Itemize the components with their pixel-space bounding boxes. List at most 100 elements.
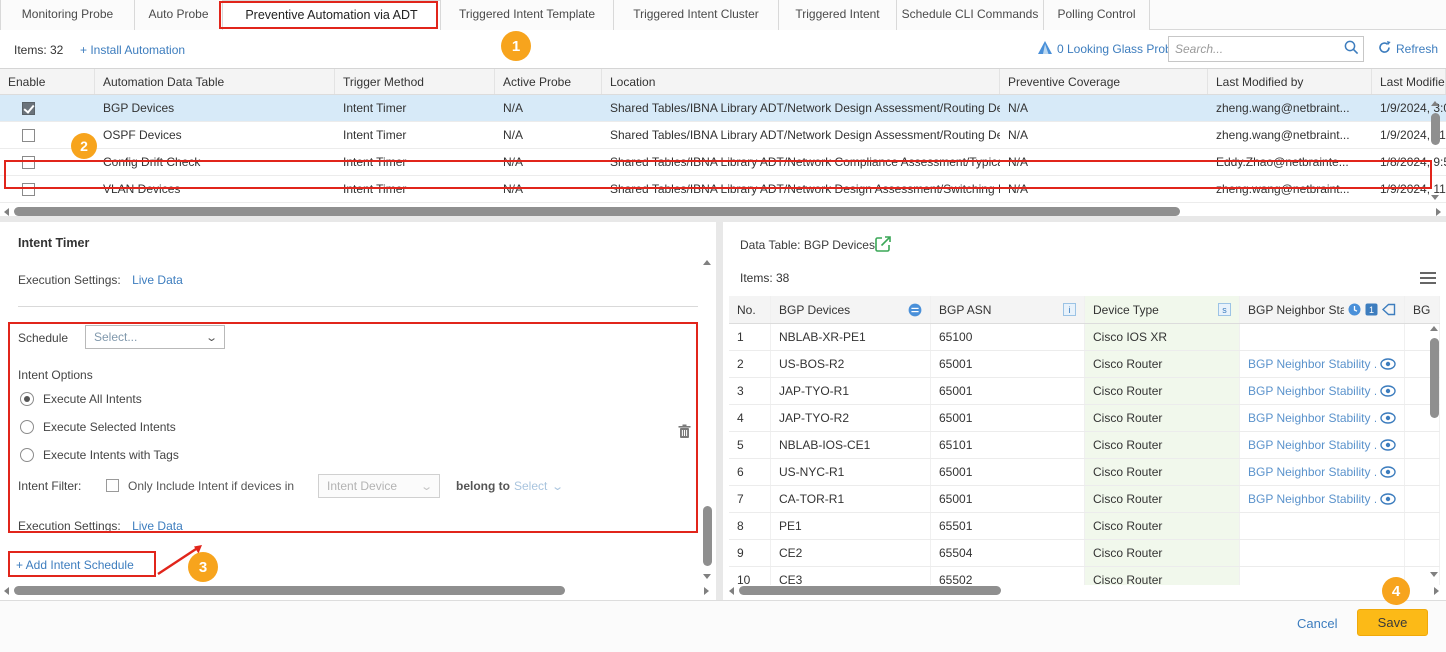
- radio-option-execute-selected-intents[interactable]: Execute Selected Intents: [20, 420, 176, 434]
- refresh-button[interactable]: Refresh: [1378, 41, 1438, 57]
- bgp-neighbor-stability-link[interactable]: BGP Neighbor Stability ...: [1248, 459, 1376, 485]
- tab-schedule-cli-commands[interactable]: Schedule CLI Commands: [897, 0, 1044, 30]
- active-probe-cell: N/A: [495, 176, 602, 202]
- intent-filter-row: Intent Filter: Only Include Intent if de…: [18, 474, 678, 500]
- bgp-neighbor-stability-link[interactable]: BGP Neighbor Stability ...: [1248, 405, 1376, 431]
- radio-button[interactable]: [20, 392, 34, 406]
- enable-checkbox[interactable]: [22, 129, 35, 142]
- radio-option-execute-all-intents[interactable]: Execute All Intents: [20, 392, 142, 406]
- column-header[interactable]: Preventive Coverage: [1000, 69, 1208, 94]
- open-data-table-icon[interactable]: [875, 235, 892, 255]
- radio-button[interactable]: [20, 420, 34, 434]
- menu-icon[interactable]: [1420, 272, 1436, 284]
- intent-options-label: Intent Options: [18, 368, 93, 382]
- table-row[interactable]: 9CE265504Cisco Router: [729, 540, 1440, 567]
- view-eye-icon[interactable]: [1380, 358, 1396, 370]
- tab-preventive-automation-via-adt[interactable]: Preventive Automation via ADT: [223, 0, 441, 31]
- column-header[interactable]: Enable: [0, 69, 95, 94]
- bgp-neighbor-cell: [1240, 567, 1405, 585]
- column-header[interactable]: Automation Data Table: [95, 69, 335, 94]
- intent-panel-hscrollbar[interactable]: [0, 585, 716, 596]
- column-header[interactable]: Device Types: [1085, 296, 1240, 323]
- no-cell: 5: [729, 432, 771, 458]
- table-row[interactable]: VLAN DevicesIntent TimerN/AShared Tables…: [0, 176, 1446, 203]
- radio-button[interactable]: [20, 448, 34, 462]
- view-eye-icon[interactable]: [1380, 439, 1396, 451]
- table-row[interactable]: 2US-BOS-R265001Cisco RouterBGP Neighbor …: [729, 351, 1440, 378]
- automation-table-vscrollbar[interactable]: [1430, 97, 1441, 205]
- column-header[interactable]: Location: [602, 69, 1000, 94]
- bgp-neighbor-cell: [1240, 540, 1405, 566]
- live-data-link-2[interactable]: Live Data: [132, 519, 183, 533]
- tab-triggered-intent-cluster[interactable]: Triggered Intent Cluster: [614, 0, 779, 30]
- table-row[interactable]: 10CE365502Cisco Router: [729, 567, 1440, 585]
- radio-option-execute-intents-with-tags[interactable]: Execute Intents with Tags: [20, 448, 179, 462]
- table-row[interactable]: 6US-NYC-R165001Cisco RouterBGP Neighbor …: [729, 459, 1440, 486]
- bgp-neighbor-cell: [1240, 513, 1405, 539]
- table-row[interactable]: OSPF DevicesIntent TimerN/AShared Tables…: [0, 122, 1446, 149]
- table-row[interactable]: 4JAP-TYO-R265001Cisco RouterBGP Neighbor…: [729, 405, 1440, 432]
- schedule-select[interactable]: Select... ⌄: [85, 325, 225, 349]
- enable-checkbox[interactable]: [22, 102, 35, 115]
- column-header[interactable]: Active Probe: [495, 69, 602, 94]
- table-row[interactable]: 3JAP-TYO-R165001Cisco RouterBGP Neighbor…: [729, 378, 1440, 405]
- live-data-link[interactable]: Live Data: [132, 273, 183, 287]
- bgp-neighbor-stability-link[interactable]: BGP Neighbor Stability ...: [1248, 378, 1376, 404]
- table-row[interactable]: 1NBLAB-XR-PE165100Cisco IOS XR: [729, 324, 1440, 351]
- column-header[interactable]: BGP Neighbor Sta...1: [1240, 296, 1405, 323]
- column-header[interactable]: BGP ASNi: [931, 296, 1085, 323]
- enable-checkbox[interactable]: [22, 183, 35, 196]
- data-table-hscrollbar[interactable]: [723, 585, 1446, 596]
- enable-checkbox[interactable]: [22, 156, 35, 169]
- install-automation-button[interactable]: + Install Automation: [80, 43, 185, 57]
- enable-cell: [0, 149, 95, 175]
- bgp-neighbor-stability-link[interactable]: BGP Neighbor Stability ...: [1248, 432, 1376, 458]
- table-row[interactable]: 5NBLAB-IOS-CE165101Cisco RouterBGP Neigh…: [729, 432, 1440, 459]
- view-eye-icon[interactable]: [1380, 466, 1396, 478]
- column-header[interactable]: Last Modified Ti: [1372, 69, 1446, 94]
- column-header[interactable]: No.: [729, 296, 771, 323]
- looking-glass-probe-button[interactable]: 0 Looking Glass Probe: [1038, 41, 1178, 57]
- intent-device-select[interactable]: Intent Device ⌄: [318, 474, 440, 498]
- tab-polling-control[interactable]: Polling Control: [1044, 0, 1150, 30]
- intent-panel-vscrollbar[interactable]: [702, 258, 713, 582]
- search-icon[interactable]: [1339, 40, 1363, 58]
- view-eye-icon[interactable]: [1380, 385, 1396, 397]
- cancel-button[interactable]: Cancel: [1297, 616, 1337, 631]
- table-row[interactable]: 7CA-TOR-R165001Cisco RouterBGP Neighbor …: [729, 486, 1440, 513]
- column-header[interactable]: Last Modified by: [1208, 69, 1372, 94]
- tab-triggered-intent-template[interactable]: Triggered Intent Template: [441, 0, 614, 30]
- automation-table-header: EnableAutomation Data TableTrigger Metho…: [0, 69, 1446, 95]
- modified-by-cell: zheng.wang@netbraint...: [1208, 176, 1372, 202]
- column-label: Device Type: [1093, 296, 1214, 323]
- delete-schedule-icon[interactable]: [678, 424, 691, 442]
- bgp-neighbor-stability-link[interactable]: BGP Neighbor Stability ...: [1248, 486, 1376, 512]
- table-row[interactable]: 8PE165501Cisco Router: [729, 513, 1440, 540]
- table-row[interactable]: BGP DevicesIntent TimerN/AShared Tables/…: [0, 95, 1446, 122]
- bgp-neighbor-stability-link[interactable]: BGP Neighbor Stability ...: [1248, 351, 1376, 377]
- save-button[interactable]: Save: [1357, 609, 1428, 636]
- chevron-down-icon: ⌄: [420, 480, 433, 493]
- chevron-down-icon: ⌄: [205, 331, 218, 344]
- search-box: [1168, 36, 1364, 62]
- data-table-vscrollbar[interactable]: [1429, 324, 1440, 580]
- view-eye-icon[interactable]: [1380, 412, 1396, 424]
- column-header[interactable]: Trigger Method: [335, 69, 495, 94]
- column-header[interactable]: BGP Devices: [771, 296, 931, 323]
- type-cell: Cisco Router: [1085, 405, 1240, 431]
- column-label: BGP Devices: [779, 296, 904, 323]
- intent-filter-checkbox[interactable]: [106, 479, 119, 492]
- add-intent-schedule-button[interactable]: + Add Intent Schedule: [16, 558, 134, 572]
- table-row[interactable]: Config Drift CheckIntent TimerN/AShared …: [0, 149, 1446, 176]
- no-cell: 4: [729, 405, 771, 431]
- type-cell: Cisco IOS XR: [1085, 324, 1240, 350]
- tab-auto-probe[interactable]: Auto Probe: [135, 0, 223, 30]
- search-input[interactable]: [1169, 42, 1339, 56]
- tab-triggered-intent[interactable]: Triggered Intent: [779, 0, 897, 30]
- tab-monitoring-probe[interactable]: Monitoring Probe: [0, 0, 135, 30]
- belong-to-select[interactable]: Select ⌄: [514, 479, 563, 493]
- column-header[interactable]: BGP: [1405, 296, 1440, 323]
- no-cell: 10: [729, 567, 771, 585]
- intent-timer-panel: Intent Timer Execution Settings: Live Da…: [0, 222, 716, 600]
- view-eye-icon[interactable]: [1380, 493, 1396, 505]
